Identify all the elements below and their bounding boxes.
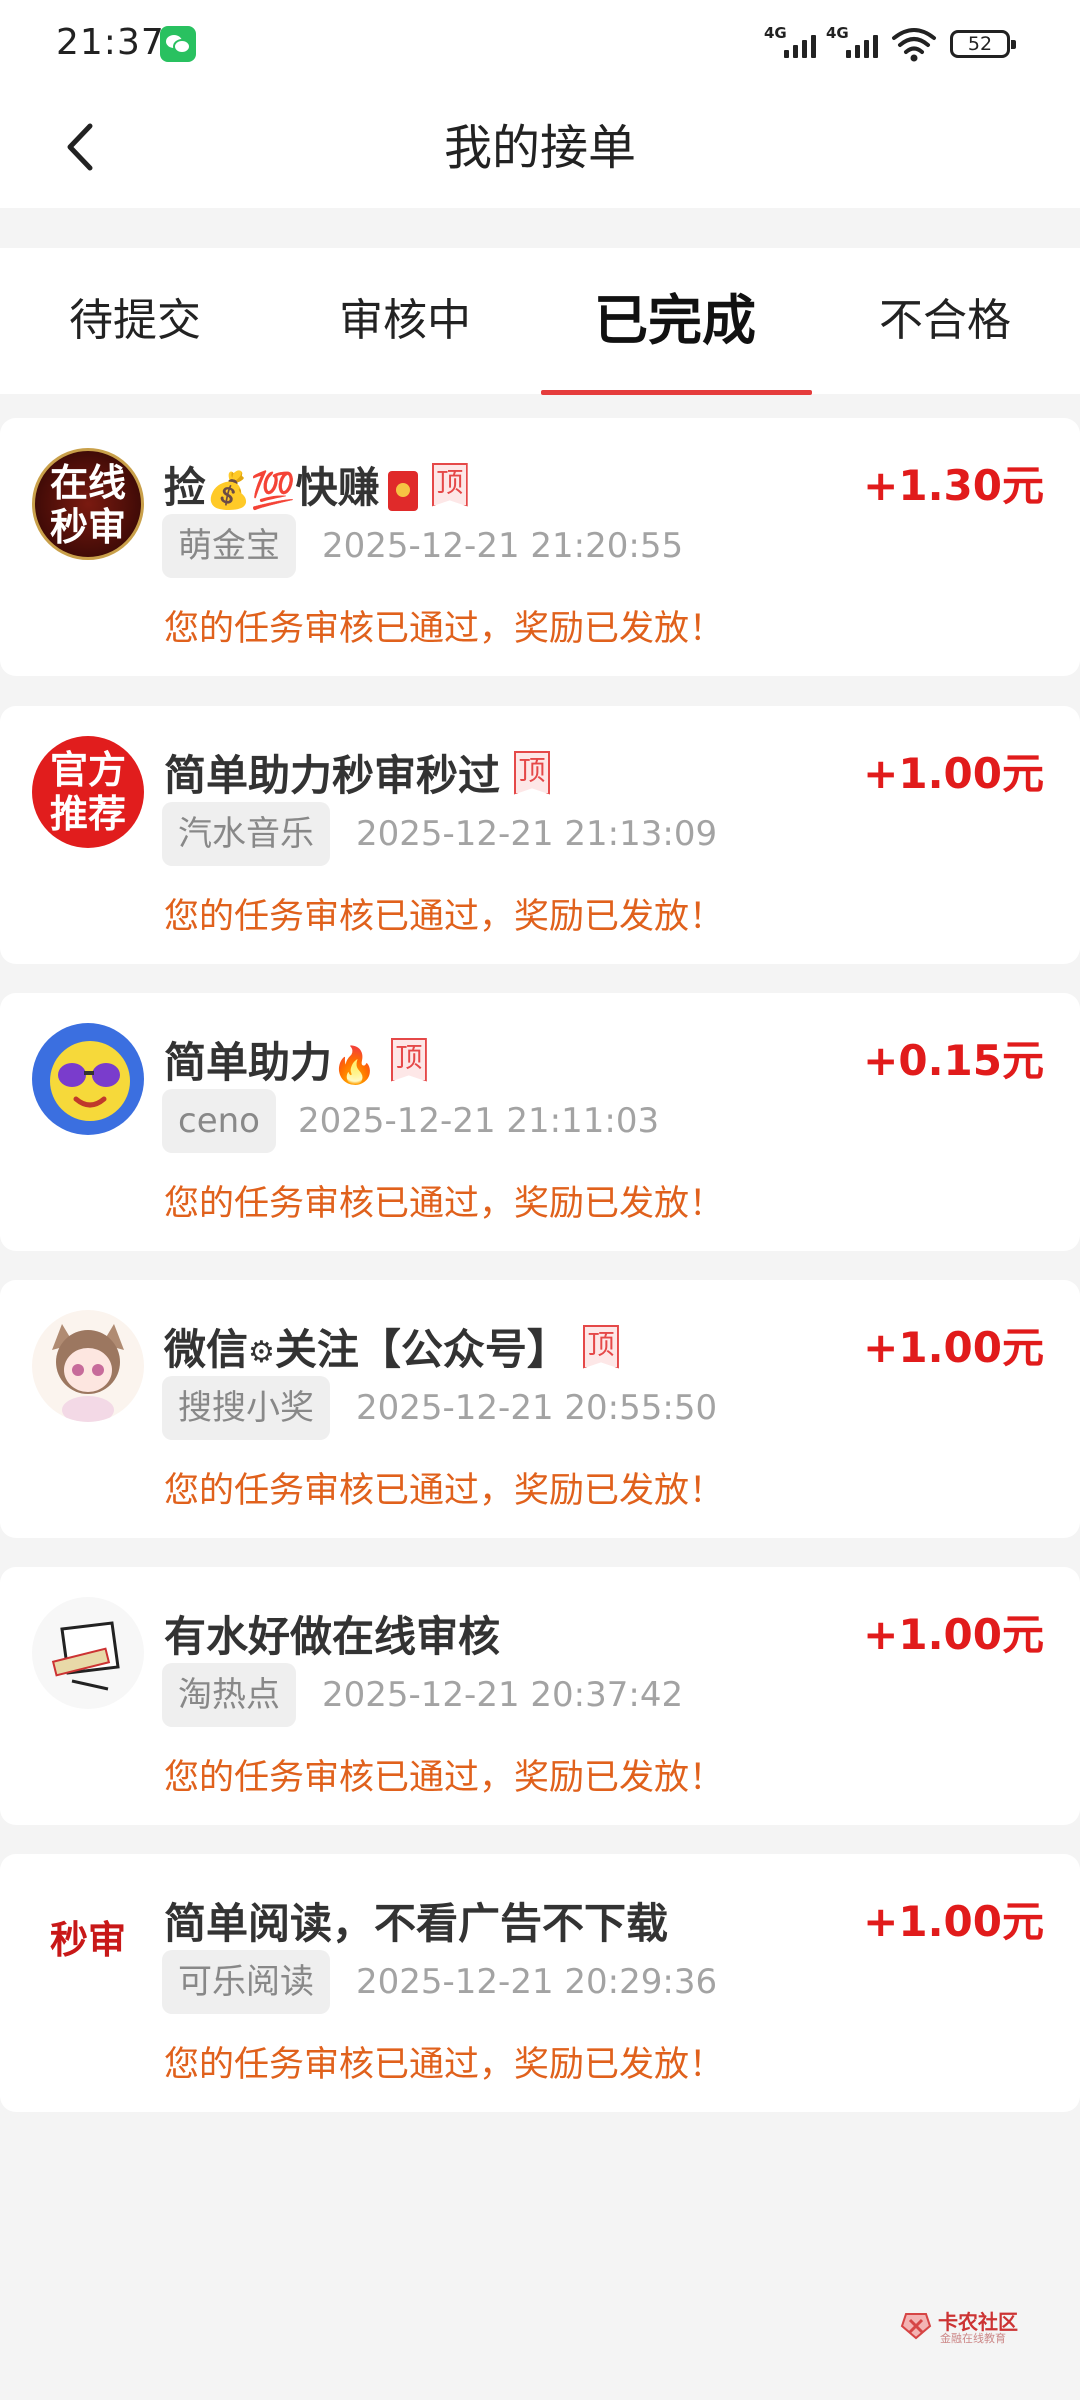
timestamp: 2025-12-21 20:55:50 xyxy=(356,1388,718,1428)
sticker-icon xyxy=(51,1621,120,1691)
publisher-tag: 可乐阅读 xyxy=(162,1950,330,2014)
signal-icon: 4G xyxy=(826,24,898,62)
tab-bar: 待提交 审核中 已完成 不合格 xyxy=(0,248,1080,394)
timestamp: 2025-12-21 20:29:36 xyxy=(356,1962,718,2002)
status-message: 您的任务审核已通过，奖励已发放！ xyxy=(164,1471,725,1511)
task-title: 简单阅读，不看广告不下载 xyxy=(164,1899,669,1948)
tab-rejected[interactable]: 不合格 xyxy=(810,248,1080,394)
publisher-tag: 淘热点 xyxy=(162,1663,296,1727)
status-message: 您的任务审核已通过，奖励已发放！ xyxy=(164,1758,725,1798)
hundred-points-icon: 💯 xyxy=(250,470,296,512)
reward-amount: +1.00元 xyxy=(863,1897,1044,1946)
timestamp: 2025-12-21 21:11:03 xyxy=(298,1101,660,1141)
order-card[interactable]: 简单助力🔥 顶 +0.15元 ceno 2025-12-21 21:11:03 您… xyxy=(0,993,1080,1251)
back-button[interactable] xyxy=(62,122,106,172)
battery-icon: 52 xyxy=(950,30,1016,58)
publisher-tag: ceno xyxy=(162,1089,276,1153)
task-title: 简单助力秒审秒过顶 xyxy=(164,742,551,803)
avatar: 官方 推荐 xyxy=(32,736,144,848)
tab-pending-submit[interactable]: 待提交 xyxy=(0,248,270,394)
pinned-badge: 顶 xyxy=(390,1037,427,1082)
red-packet-icon xyxy=(387,470,418,511)
tab-under-review[interactable]: 审核中 xyxy=(270,248,540,394)
clock: 21:37 xyxy=(56,22,165,63)
anime-girl-icon xyxy=(52,1324,124,1422)
avatar xyxy=(32,1023,144,1135)
status-bar: 21:37 4G 4G 52 xyxy=(0,0,1080,88)
order-card[interactable]: 官方 推荐 简单助力秒审秒过顶 +1.00元 汽水音乐 2025-12-21 2… xyxy=(0,706,1080,964)
kanong-logo-icon xyxy=(900,2313,932,2340)
wechat-notification-icon xyxy=(160,26,196,62)
pinned-badge: 顶 xyxy=(582,1324,619,1369)
status-message: 您的任务审核已通过，奖励已发放！ xyxy=(164,1184,725,1224)
publisher-tag: 汽水音乐 xyxy=(162,802,330,866)
publisher-tag: 搜搜小奖 xyxy=(162,1376,330,1440)
fire-icon: 🔥 xyxy=(332,1045,377,1087)
avatar xyxy=(32,1597,144,1709)
status-message: 您的任务审核已通过，奖励已发放！ xyxy=(164,2045,725,2085)
gear-icon: ⚙ xyxy=(248,1335,275,1370)
reward-amount: +0.15元 xyxy=(863,1036,1044,1085)
nav-bar: 我的接单 xyxy=(0,88,1080,208)
avatar xyxy=(32,1310,144,1422)
avatar: 在线 秒审 xyxy=(32,448,144,560)
network-type: 4G xyxy=(826,24,849,42)
reward-amount: +1.00元 xyxy=(863,1323,1044,1372)
task-title: 简单助力🔥 顶 xyxy=(164,1029,427,1090)
reward-amount: +1.00元 xyxy=(863,749,1044,798)
active-tab-indicator xyxy=(541,390,812,395)
status-message: 您的任务审核已通过，奖励已发放！ xyxy=(164,609,725,649)
network-type: 4G xyxy=(764,24,787,42)
order-card[interactable]: 微信⚙关注【公众号】顶 +1.00元 搜搜小奖 2025-12-21 20:55… xyxy=(0,1280,1080,1538)
publisher-tag: 萌金宝 xyxy=(162,514,296,578)
sunglasses-face-icon xyxy=(50,1041,130,1121)
order-card[interactable]: 在线 秒审 捡💰💯快赚顶 +1.30元 萌金宝 2025-12-21 21:20… xyxy=(0,418,1080,676)
avatar: 秒审 xyxy=(32,1884,144,1996)
order-card[interactable]: 秒审 简单阅读，不看广告不下载 +1.00元 可乐阅读 2025-12-21 2… xyxy=(0,1854,1080,2112)
tab-completed[interactable]: 已完成 xyxy=(540,248,810,394)
status-message: 您的任务审核已通过，奖励已发放！ xyxy=(164,897,725,937)
pinned-badge: 顶 xyxy=(514,750,551,795)
task-title: 微信⚙关注【公众号】顶 xyxy=(164,1316,619,1377)
reward-amount: +1.00元 xyxy=(863,1610,1044,1659)
timestamp: 2025-12-21 21:20:55 xyxy=(322,526,684,566)
money-bag-icon: 💰 xyxy=(206,470,251,512)
wifi-icon xyxy=(892,28,936,62)
reward-amount: +1.30元 xyxy=(863,461,1044,510)
timestamp: 2025-12-21 21:13:09 xyxy=(356,814,718,854)
timestamp: 2025-12-21 20:37:42 xyxy=(322,1675,684,1715)
watermark-logo: 卡农社区 金融在线教育 xyxy=(900,2306,1030,2350)
task-title: 捡💰💯快赚顶 xyxy=(164,454,468,515)
page-title: 我的接单 xyxy=(443,120,636,176)
pinned-badge: 顶 xyxy=(431,462,468,507)
order-card[interactable]: 有水好做在线审核 +1.00元 淘热点 2025-12-21 20:37:42 … xyxy=(0,1567,1080,1825)
task-title: 有水好做在线审核 xyxy=(164,1612,501,1661)
